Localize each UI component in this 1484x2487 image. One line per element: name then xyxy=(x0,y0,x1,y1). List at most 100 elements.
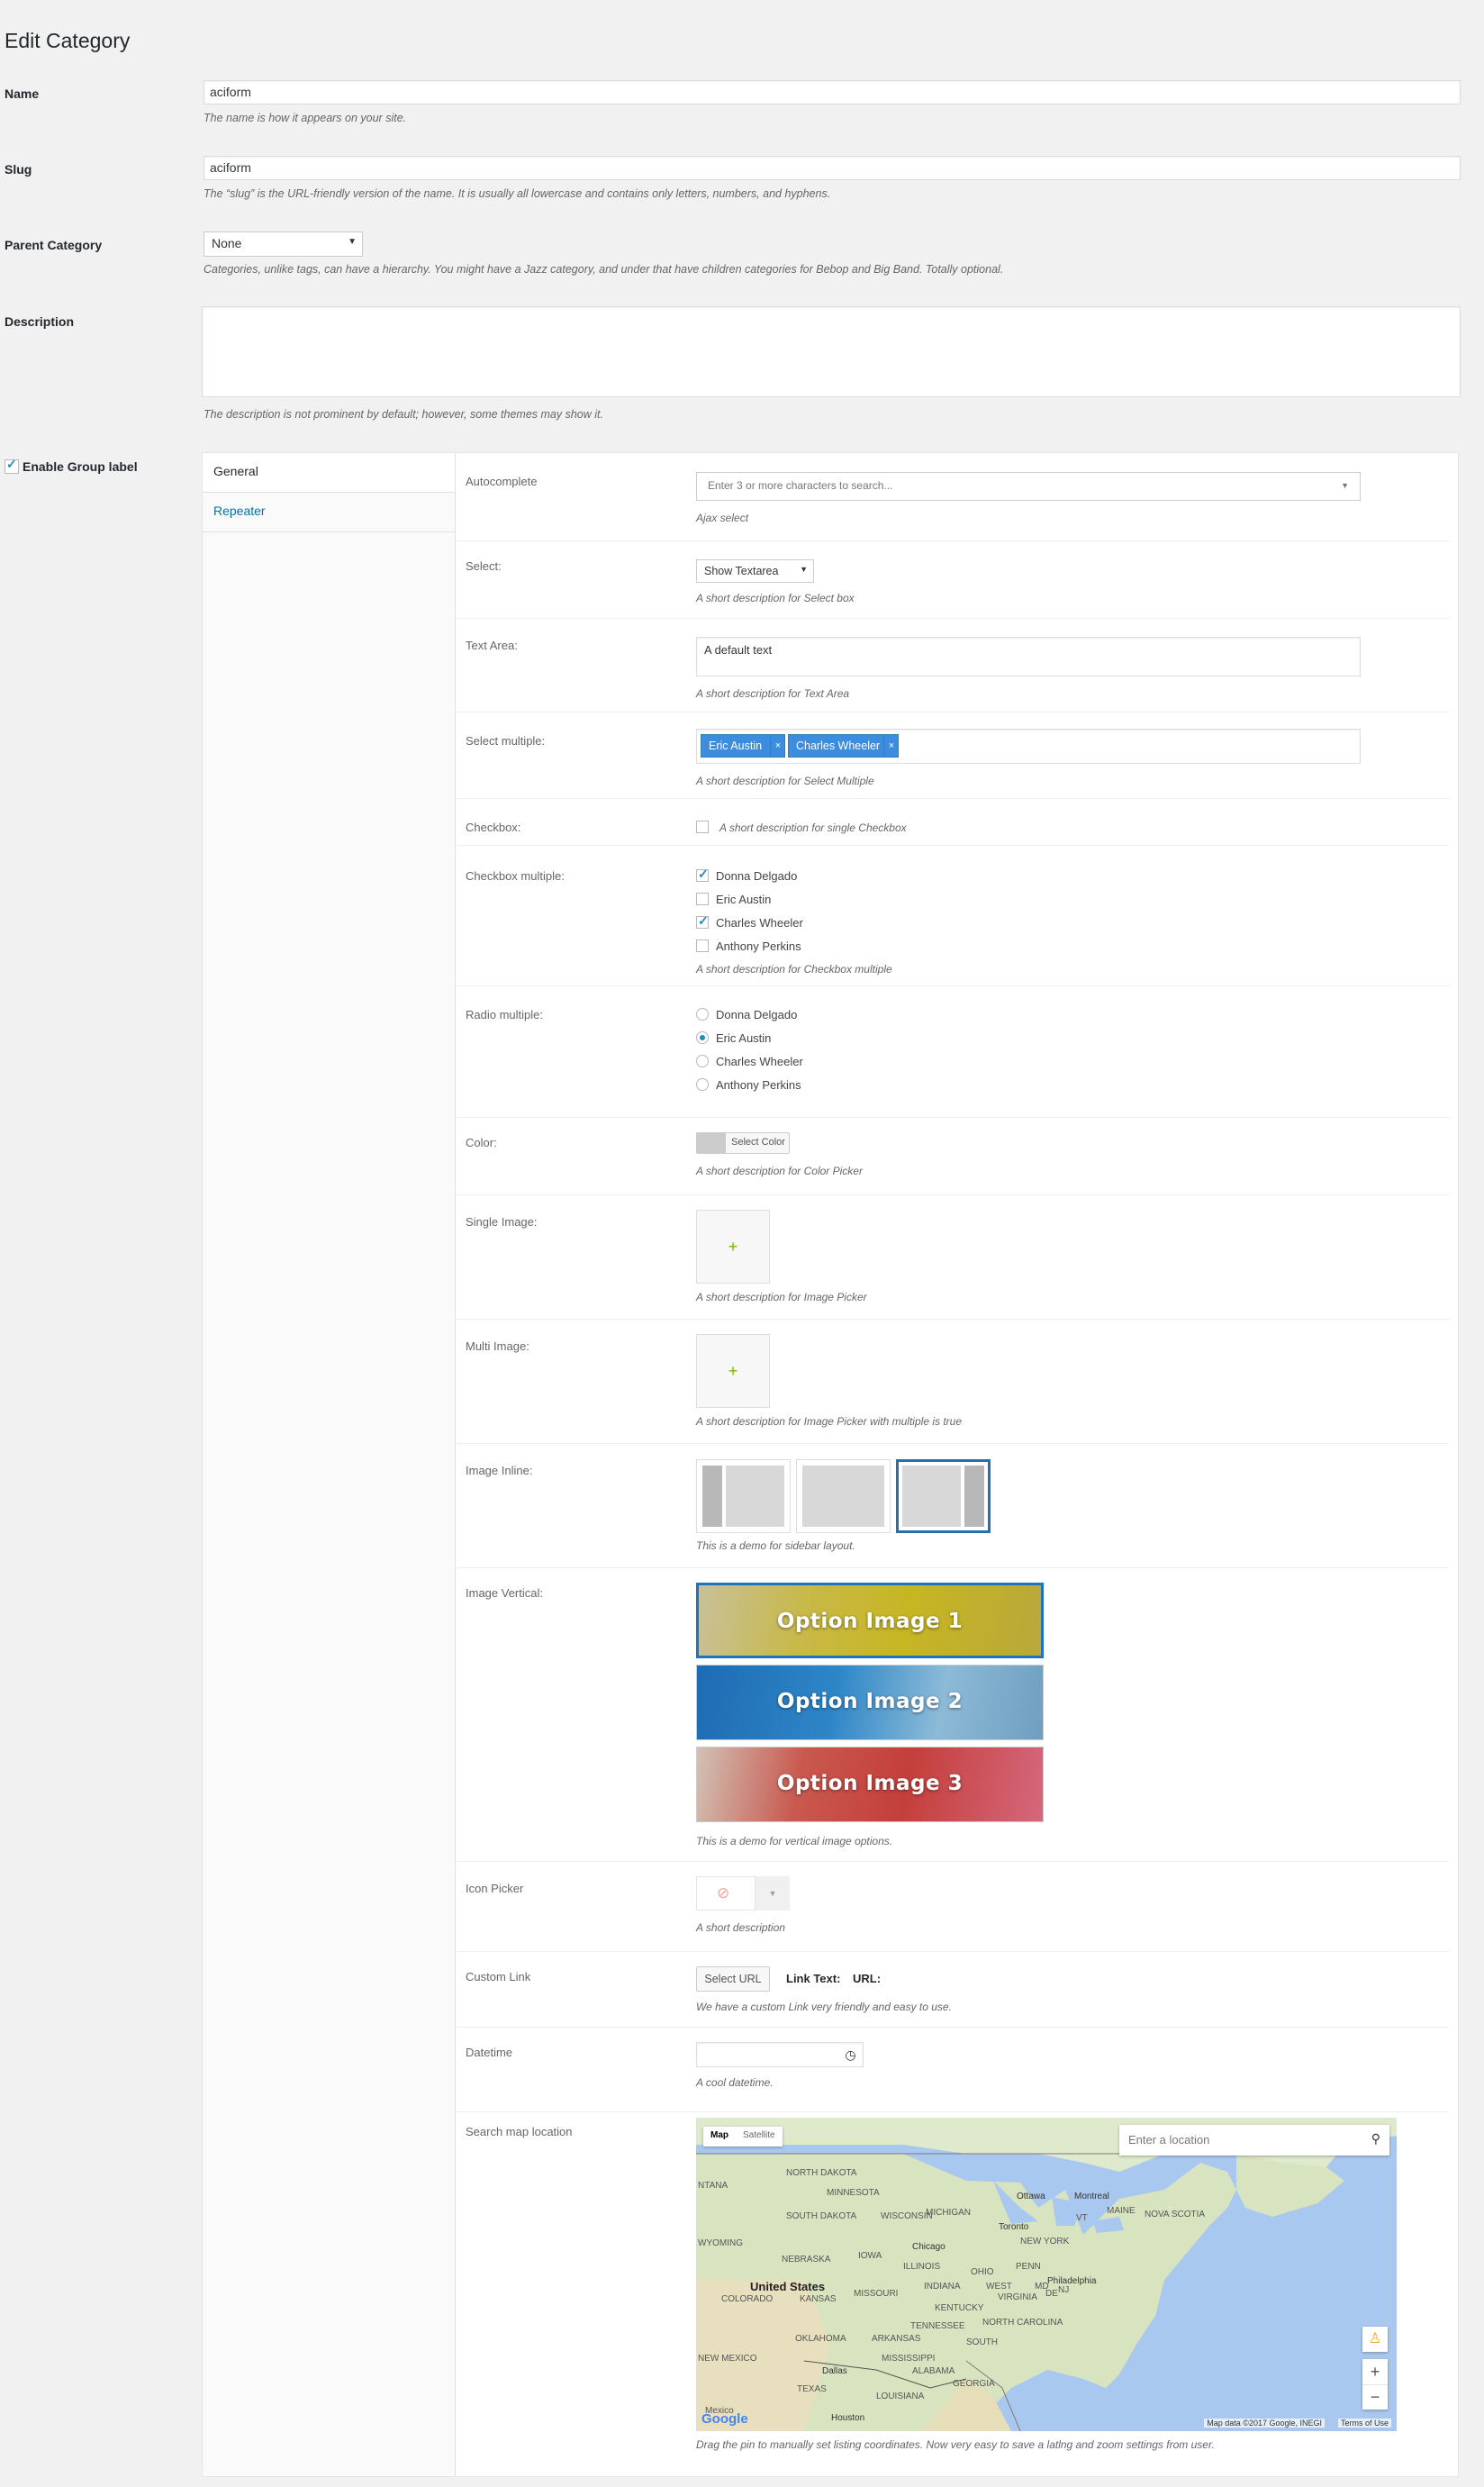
checkbox-donna-delgado[interactable]: ✓ xyxy=(696,867,709,882)
parent-category-select[interactable]: None ▼ xyxy=(204,231,363,257)
checkbox-option-label: Anthony Perkins xyxy=(716,939,801,953)
image-inline-description: This is a demo for sidebar layout. xyxy=(696,1539,855,1552)
option-image-2[interactable]: Option Image 2 xyxy=(696,1665,1044,1740)
map-label-penn: PENN xyxy=(1016,2262,1041,2272)
enable-group-label: Enable Group label xyxy=(23,459,138,474)
option-image-label: Option Image 3 xyxy=(776,1772,964,1795)
autocomplete-select[interactable]: Enter 3 or more characters to search... … xyxy=(696,472,1361,501)
map-label-nj: NJ xyxy=(1058,2285,1070,2295)
map-label-ar: ARKANSAS xyxy=(872,2334,921,2344)
autocomplete-description: Ajax select xyxy=(696,512,749,524)
add-image-button[interactable]: + xyxy=(696,1210,770,1284)
image-inline-label: Image Inline: xyxy=(466,1464,533,1477)
map-labels: NORTH DAKOTA MINNESOTA NTANA SOUTH DAKOT… xyxy=(696,2118,1397,2431)
radio-donna-delgado[interactable] xyxy=(696,1008,709,1021)
tab-general[interactable]: General xyxy=(203,453,455,493)
select-url-button[interactable]: Select URL xyxy=(696,1966,770,1992)
layout-right-sidebar-option[interactable] xyxy=(896,1459,991,1533)
selected-tag: Eric Austin × xyxy=(701,734,785,758)
checkbox-anthony-perkins[interactable] xyxy=(696,939,709,952)
textarea-description: A short description for Text Area xyxy=(696,687,850,700)
icon-picker-label: Icon Picker xyxy=(466,1882,524,1895)
map-label-oh: OHIO xyxy=(971,2267,994,2277)
map-label-al: ALABAMA xyxy=(912,2366,955,2376)
image-vertical-label: Image Vertical: xyxy=(466,1586,543,1600)
description-textarea[interactable] xyxy=(202,306,1461,397)
chevron-down-icon: ▼ xyxy=(800,565,808,574)
map-label-il: ILLINOIS xyxy=(903,2262,941,2272)
checkbox-option-label: Charles Wheeler xyxy=(716,916,803,930)
field-row-image-vertical: Image Vertical: Option Image 1 Option Im… xyxy=(457,1568,1449,1862)
map-canvas[interactable]: Map Satellite Enter a location ⚲ ♙ + − Go… xyxy=(696,2118,1397,2431)
select-multiple-input[interactable]: Eric Austin × Charles Wheeler × xyxy=(696,729,1361,764)
single-image-description: A short description for Image Picker xyxy=(696,1291,867,1303)
select-color-button[interactable]: Select Color xyxy=(696,1132,790,1154)
radio-anthony-perkins[interactable] xyxy=(696,1078,709,1091)
check-icon: ✓ xyxy=(6,457,17,471)
slug-label: Slug xyxy=(5,162,32,177)
single-checkbox[interactable] xyxy=(696,821,709,833)
select-value: Show Textarea xyxy=(704,565,779,577)
textarea-label: Text Area: xyxy=(466,639,518,652)
map-label-tn: TENNESSEE xyxy=(910,2321,965,2331)
field-row-datetime: Datetime ◷ A cool datetime. xyxy=(457,2028,1449,2112)
radio-option-label: Donna Delgado xyxy=(716,1008,798,1021)
icon-picker-control[interactable]: ⊘ ▼ xyxy=(696,1876,790,1911)
map-label-houston: Houston xyxy=(831,2413,865,2423)
name-input[interactable]: aciform xyxy=(204,80,1461,104)
group-panel: General Repeater Autocomplete Enter 3 or… xyxy=(202,452,1459,2477)
enable-group-checkbox[interactable]: ✓ xyxy=(5,457,19,474)
custom-link-label: Custom Link xyxy=(466,1970,531,1983)
checkbox-charles-wheeler[interactable]: ✓ xyxy=(696,913,709,929)
remove-tag-icon[interactable]: × xyxy=(883,734,899,758)
checkbox-eric-austin[interactable] xyxy=(696,893,709,905)
remove-tag-icon[interactable]: × xyxy=(770,734,785,758)
map-label-mt: NTANA xyxy=(698,2181,728,2191)
show-textarea-select[interactable]: Show Textarea ▼ xyxy=(696,559,814,583)
radio-charles-wheeler[interactable] xyxy=(696,1055,709,1067)
select-multiple-label: Select multiple: xyxy=(466,734,546,748)
option-image-3[interactable]: Option Image 3 xyxy=(696,1747,1044,1822)
option-image-label: Option Image 2 xyxy=(776,1690,964,1713)
datetime-description: A cool datetime. xyxy=(696,2076,774,2089)
slug-input[interactable]: aciform xyxy=(204,156,1461,180)
checkbox-multiple-label: Checkbox multiple: xyxy=(466,869,565,883)
page-title: Edit Category xyxy=(5,29,131,52)
map-label-sc: SOUTH xyxy=(966,2337,998,2347)
tag-label: Charles Wheeler xyxy=(796,740,881,752)
layout-no-sidebar-option[interactable] xyxy=(796,1459,891,1533)
tab-repeater[interactable]: Repeater xyxy=(203,493,455,532)
text-area[interactable]: A default text xyxy=(696,637,1361,676)
radio-option-label: Anthony Perkins xyxy=(716,1078,801,1092)
field-row-single-image: Single Image: + A short description for … xyxy=(457,1195,1449,1320)
option-image-1[interactable]: Option Image 1 xyxy=(696,1583,1044,1658)
field-row-radio-multiple: Radio multiple: Donna Delgado Eric Austi… xyxy=(457,986,1449,1118)
map-label-in: INDIANA xyxy=(924,2282,961,2292)
chevron-down-icon[interactable]: ▼ xyxy=(755,1876,790,1911)
radio-eric-austin[interactable] xyxy=(696,1031,709,1044)
map-label-co: COLORADO xyxy=(721,2294,774,2304)
image-vertical-options: Option Image 1 Option Image 2 Option Ima… xyxy=(696,1583,1044,1831)
map-label-ky: KENTUCKY xyxy=(935,2303,984,2313)
map-label-toronto: Toronto xyxy=(999,2222,1029,2232)
field-row-checkbox: Checkbox: A short description for single… xyxy=(457,799,1449,846)
color-label: Color: xyxy=(466,1136,497,1149)
layout-left-sidebar-option[interactable] xyxy=(696,1459,791,1533)
map-label-nm: NEW MEXICO xyxy=(698,2354,757,2364)
map-label-philadelphia: Philadelphia xyxy=(1047,2276,1097,2286)
name-description: The name is how it appears on your site. xyxy=(204,112,407,124)
checkbox-label: Checkbox: xyxy=(466,821,521,834)
clock-icon[interactable]: ◷ xyxy=(838,2042,864,2067)
autocomplete-label: Autocomplete xyxy=(466,475,538,488)
map-label-tx: TEXAS xyxy=(797,2384,827,2394)
field-row-icon-picker: Icon Picker ⊘ ▼ A short description xyxy=(457,1862,1449,1952)
map-label-sd: SOUTH DAKOTA xyxy=(786,2211,857,2221)
map-label-mn: MINNESOTA xyxy=(827,2188,880,2198)
map-label-ms: MISSISSIPPI xyxy=(882,2354,936,2364)
add-images-button[interactable]: + xyxy=(696,1334,770,1408)
color-swatch xyxy=(697,1133,726,1153)
multi-image-label: Multi Image: xyxy=(466,1339,529,1353)
map-label-maine: MAINE xyxy=(1107,2206,1136,2216)
map-label-nd: NORTH DAKOTA xyxy=(786,2168,857,2178)
prohibited-icon: ⊘ xyxy=(717,1884,730,1902)
